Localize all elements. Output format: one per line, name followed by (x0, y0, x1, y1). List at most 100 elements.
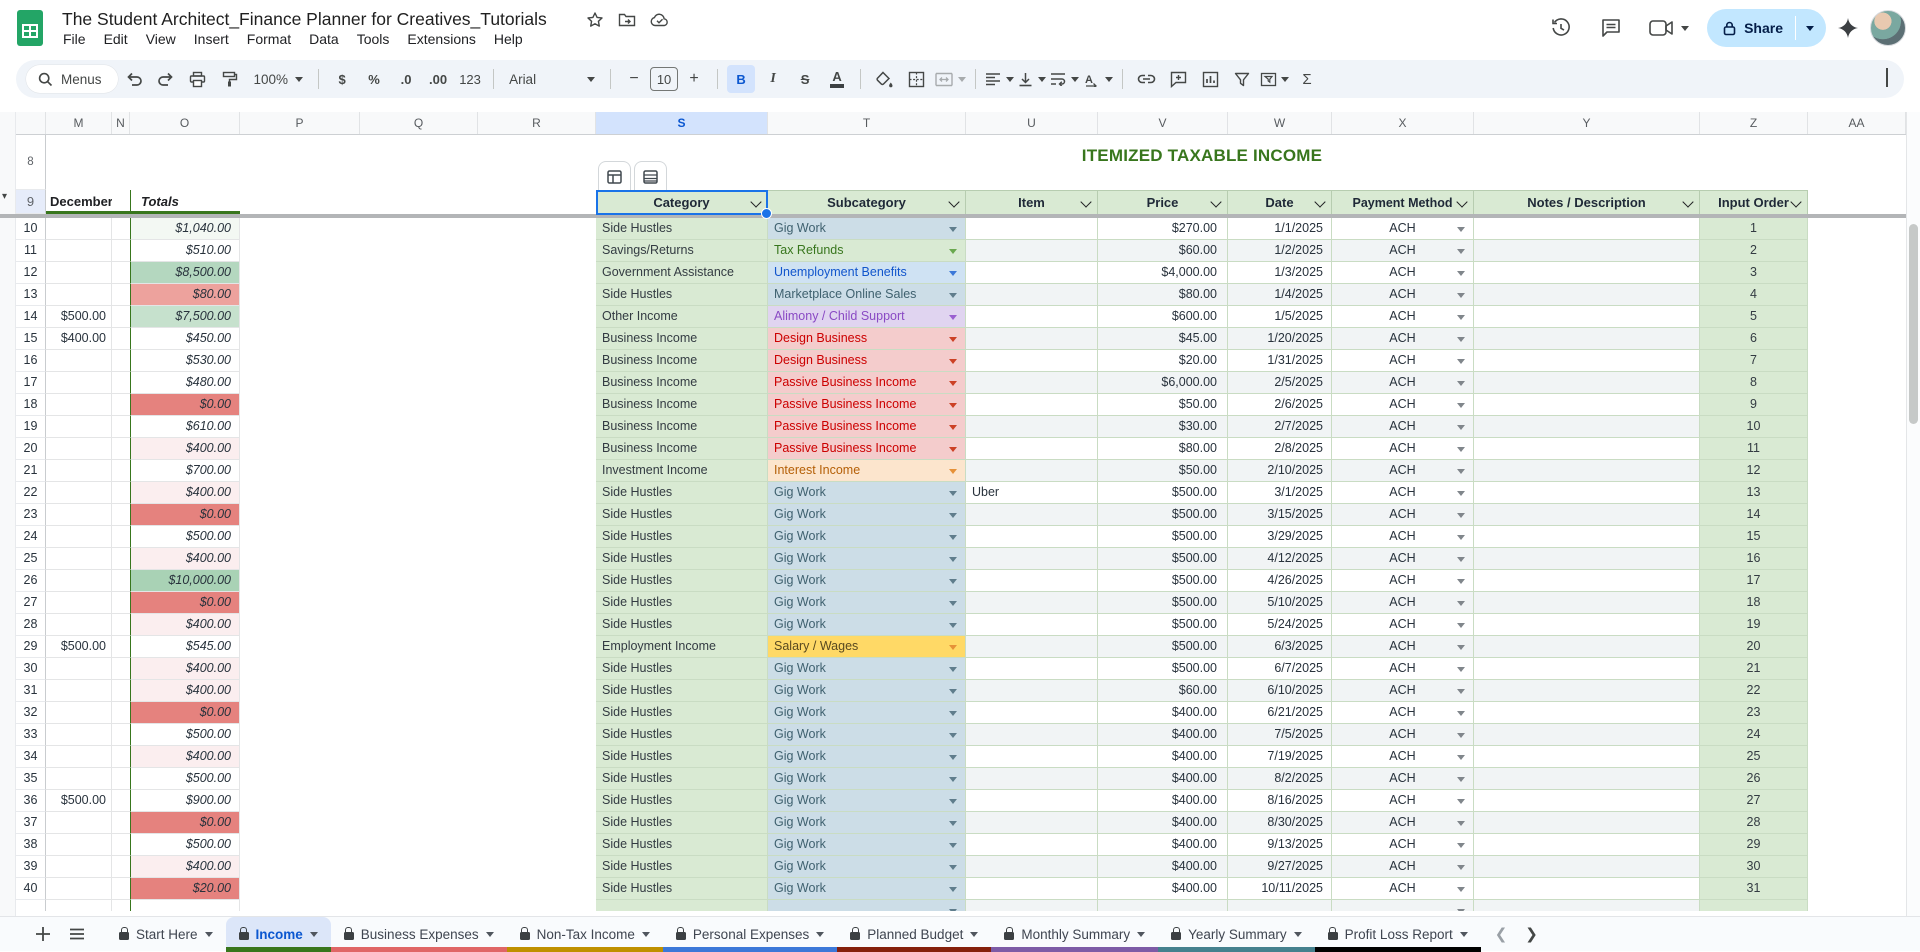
grid-cell[interactable]: Investment Income (596, 460, 768, 482)
grid-cell[interactable]: Gig Work (768, 570, 966, 592)
grid-cell[interactable] (966, 526, 1098, 548)
grid-cell[interactable]: ACH (1332, 306, 1474, 328)
all-sheets-icon[interactable] (60, 917, 94, 951)
dropdown-icon[interactable] (949, 490, 957, 496)
grid-cell[interactable] (360, 790, 478, 812)
dropdown-icon[interactable] (1457, 534, 1465, 540)
grid-cell[interactable]: Gig Work (768, 504, 966, 526)
grid-cell[interactable] (966, 372, 1098, 394)
grid-cell[interactable] (46, 350, 112, 372)
grid-cell[interactable] (46, 504, 112, 526)
grid-cell[interactable]: 12 (1700, 460, 1808, 482)
grid-cell[interactable] (360, 702, 478, 724)
dropdown-icon[interactable] (1457, 820, 1465, 826)
grid-cell[interactable] (240, 438, 360, 460)
grid-cell[interactable]: Gig Work (768, 218, 966, 240)
grid-cell[interactable]: ACH (1332, 812, 1474, 834)
font-size-input[interactable]: 10 (650, 67, 679, 91)
grid-cell[interactable] (240, 460, 360, 482)
grid-cell[interactable]: Side Hustles (596, 768, 768, 790)
grid-cell[interactable]: $0.00 (130, 504, 240, 526)
header-input-order[interactable]: Input Order (1700, 190, 1808, 214)
grid-cell[interactable] (1808, 614, 1906, 636)
grid-cell[interactable] (112, 504, 130, 526)
grid-cell[interactable] (1808, 878, 1906, 900)
grid-cell[interactable] (240, 504, 360, 526)
dropdown-icon[interactable] (1457, 292, 1465, 298)
grid-cell[interactable] (1808, 768, 1906, 790)
grid-cell[interactable]: 1/4/2025 (1228, 284, 1332, 306)
grid-cell[interactable]: $6,000.00 (1098, 372, 1228, 394)
grid-cell[interactable] (240, 262, 360, 284)
row-header[interactable]: 8 (16, 135, 46, 190)
grid-cell[interactable] (966, 548, 1098, 570)
row-header[interactable]: 30 (16, 658, 46, 680)
row-header[interactable]: 9 (16, 190, 46, 214)
grid-cell[interactable] (360, 746, 478, 768)
grid-cell[interactable] (360, 416, 478, 438)
grid-cell[interactable]: $500.00 (130, 724, 240, 746)
grid-cell[interactable] (1808, 350, 1906, 372)
grid-cell[interactable] (1098, 900, 1228, 911)
move-to-folder-icon[interactable] (618, 12, 636, 28)
menu-view[interactable]: View (137, 29, 185, 49)
header-price[interactable]: Price (1098, 190, 1228, 214)
grid-cell[interactable] (966, 284, 1098, 306)
grid-cell[interactable] (240, 482, 360, 504)
grid-cell[interactable] (112, 218, 130, 240)
grid-cell[interactable] (46, 614, 112, 636)
menu-edit[interactable]: Edit (95, 29, 137, 49)
sheet-tab-business-expenses[interactable]: Business Expenses (330, 917, 507, 952)
grid-cell[interactable]: 2/7/2025 (1228, 416, 1332, 438)
dropdown-icon[interactable] (1457, 776, 1465, 782)
decrease-font-size-button[interactable]: − (620, 65, 648, 93)
grid-cell[interactable] (112, 680, 130, 702)
grid-cell[interactable]: 3 (1700, 262, 1808, 284)
row-header[interactable]: 22 (16, 482, 46, 504)
grid-cell[interactable] (1474, 900, 1700, 911)
grid-cell[interactable] (1474, 548, 1700, 570)
grid-cell[interactable]: 1/31/2025 (1228, 350, 1332, 372)
grid-cell[interactable] (1808, 658, 1906, 680)
grid-cell[interactable]: Gig Work (768, 856, 966, 878)
grid-cell[interactable]: $1,040.00 (130, 218, 240, 240)
grid-cell[interactable] (240, 218, 360, 240)
sheet-tab-non-tax-income[interactable]: Non-Tax Income (506, 917, 663, 952)
grid-cell[interactable]: Gig Work (768, 746, 966, 768)
grid-cell[interactable] (112, 328, 130, 350)
grid-cell[interactable]: Business Income (596, 394, 768, 416)
grid-cell[interactable] (112, 768, 130, 790)
grid-cell[interactable] (1474, 416, 1700, 438)
row-header[interactable]: 14 (16, 306, 46, 328)
grid-cell[interactable]: 22 (1700, 680, 1808, 702)
grid-cell[interactable] (46, 702, 112, 724)
grid-cell[interactable]: Business Income (596, 438, 768, 460)
column-header-O[interactable]: O (130, 112, 240, 134)
grid-cell[interactable]: Business Income (596, 328, 768, 350)
grid-cell[interactable] (478, 746, 596, 768)
grid-cell[interactable] (478, 372, 596, 394)
grid-cell[interactable]: $900.00 (130, 790, 240, 812)
grid-cell[interactable] (478, 394, 596, 416)
grid-cell[interactable]: 16 (1700, 548, 1808, 570)
grid-cell[interactable] (112, 438, 130, 460)
grid-cell[interactable]: 5 (1700, 306, 1808, 328)
cell-empty[interactable] (478, 190, 596, 214)
tab-menu-icon[interactable] (970, 931, 979, 937)
dropdown-icon[interactable] (949, 622, 957, 628)
horizontal-align-icon[interactable] (985, 65, 1015, 93)
grid-cell[interactable] (478, 482, 596, 504)
grid-cell[interactable]: $700.00 (130, 460, 240, 482)
grid-cell[interactable]: $60.00 (1098, 240, 1228, 262)
grid-cell[interactable]: Side Hustles (596, 526, 768, 548)
grid-cell[interactable] (240, 284, 360, 306)
grid-cell[interactable]: Gig Work (768, 482, 966, 504)
row-header[interactable]: 25 (16, 548, 46, 570)
grid-cell[interactable] (478, 416, 596, 438)
grid-cell[interactable] (966, 592, 1098, 614)
grid-cell[interactable]: $45.00 (1098, 328, 1228, 350)
dropdown-icon[interactable] (1457, 754, 1465, 760)
grid-cell[interactable]: $400.00 (130, 482, 240, 504)
grid-cell[interactable]: Gig Work (768, 834, 966, 856)
grid-cell[interactable]: ACH (1332, 636, 1474, 658)
